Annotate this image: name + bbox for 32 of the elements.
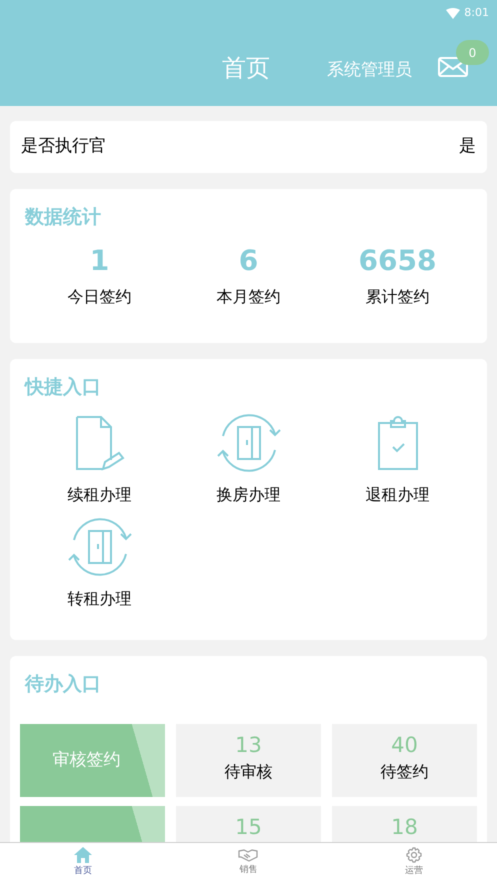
executive-label: 是否执行官 xyxy=(21,135,106,158)
settings-icon xyxy=(406,847,422,864)
entry-label[interactable]: 退租办理 xyxy=(366,483,430,507)
nav-tab[interactable]: 运营 xyxy=(331,843,497,883)
section-title: 数据统计 xyxy=(25,205,101,230)
message-badge: 0 xyxy=(456,40,489,65)
status-time: 8:01 xyxy=(464,4,489,21)
todo-count-tile[interactable]: 13 待审核 xyxy=(176,724,321,797)
nav-tab[interactable]: 首页 xyxy=(0,843,166,883)
door-swap-icon[interactable] xyxy=(68,516,132,578)
stat-label: 今日签约 xyxy=(68,286,132,308)
clipboard-check-icon[interactable] xyxy=(376,415,418,471)
wifi-icon xyxy=(446,8,460,18)
door-swap-icon[interactable] xyxy=(216,412,280,474)
stat-label: 本月签约 xyxy=(216,286,280,308)
section-title: 待办入口 xyxy=(25,672,101,697)
entry-label[interactable]: 换房办理 xyxy=(216,483,280,507)
stat-label: 累计签约 xyxy=(366,286,430,308)
stat-value: 1 xyxy=(90,243,110,279)
nav-tab[interactable]: 销售 xyxy=(166,843,332,883)
section-title: 快捷入口 xyxy=(25,375,101,400)
executive-value: 是 xyxy=(459,135,476,158)
document-pen-icon[interactable] xyxy=(74,415,124,471)
stat-value: 6 xyxy=(238,243,258,279)
home-icon xyxy=(74,847,92,864)
page-title: 首页 xyxy=(222,53,270,84)
user-name: 系统管理员 xyxy=(327,59,412,82)
entry-label[interactable]: 续租办理 xyxy=(68,483,132,507)
stat-value: 6658 xyxy=(358,243,436,279)
handshake-icon xyxy=(238,848,258,862)
todo-count-tile[interactable]: 40 待签约 xyxy=(332,724,477,797)
entry-label[interactable]: 转租办理 xyxy=(68,587,132,611)
